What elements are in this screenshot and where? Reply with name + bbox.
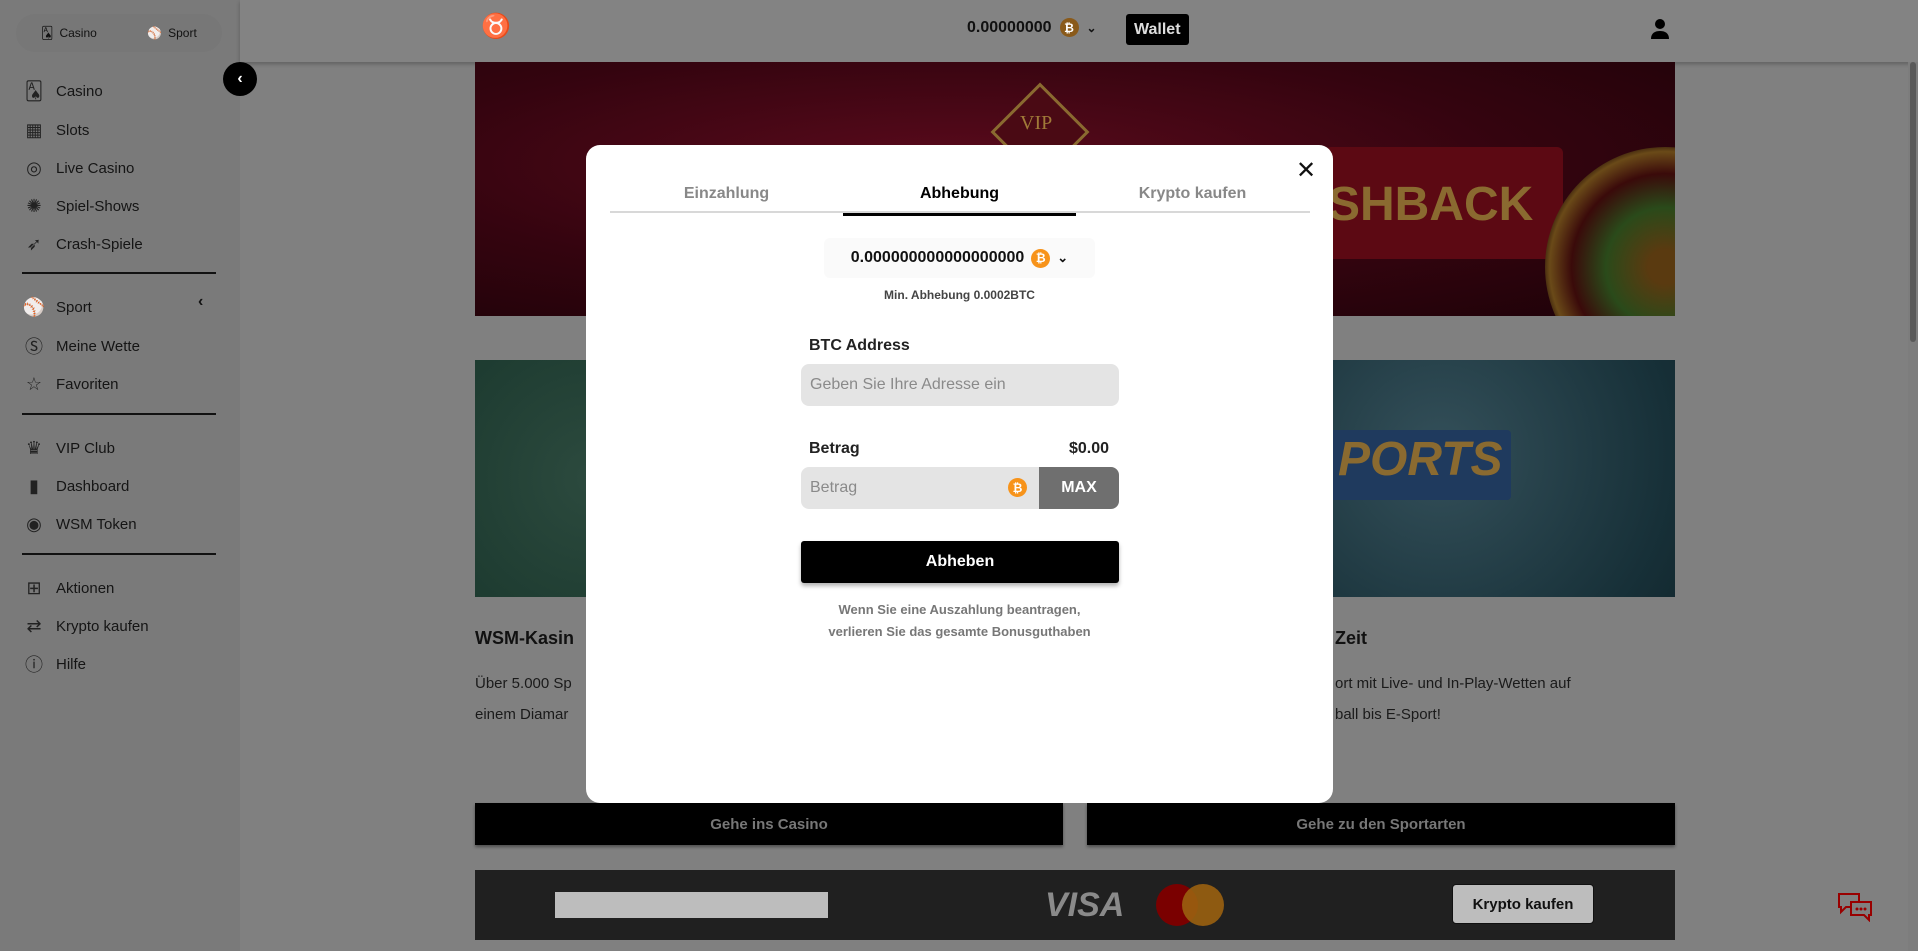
- mastercard-logo-icon: [1155, 883, 1227, 932]
- sports-image-text: PORTS: [1338, 433, 1503, 486]
- max-button[interactable]: MAX: [1039, 467, 1119, 509]
- sidebar-item-label: Dashboard: [56, 477, 130, 495]
- sports-balls-icon: ⚾: [22, 296, 46, 317]
- casino-card-text: Über 5.000 Sp: [475, 675, 572, 692]
- address-label: BTC Address: [809, 337, 910, 354]
- sidebar-divider: [22, 553, 216, 555]
- min-withdraw-text: Min. Abhebung 0.0002BTC: [884, 288, 1035, 302]
- sidebar-item-casino[interactable]: 🂡 Casino: [22, 76, 212, 106]
- chat-icon[interactable]: [1836, 890, 1874, 929]
- coin-icon: Ⓢ: [25, 337, 43, 357]
- go-to-sports-button[interactable]: Gehe zu den Sportarten: [1087, 803, 1675, 845]
- tab-abhebung[interactable]: Abhebung: [843, 185, 1076, 216]
- sidebar-item-label: WSM Token: [56, 515, 137, 533]
- sidebar-item-krypto-kaufen[interactable]: ⇄ Krypto kaufen: [22, 611, 212, 641]
- tab-einzahlung[interactable]: Einzahlung: [610, 185, 843, 215]
- cards-icon: 🂡: [24, 80, 44, 101]
- casino-card-title: WSM-Kasin: [475, 628, 574, 648]
- user-icon[interactable]: [1650, 18, 1670, 45]
- bull-logo-icon[interactable]: ♉: [480, 12, 512, 46]
- withdraw-submit-button[interactable]: Abheben: [801, 541, 1119, 583]
- sidebar-item-label: Live Casino: [56, 159, 135, 177]
- bar-chart-icon: ▮: [29, 475, 39, 496]
- toggle-sport[interactable]: ⚾ Sport: [147, 26, 197, 40]
- warning-line: verlieren Sie das gesamte Bonusguthaben: [828, 624, 1091, 639]
- payment-placeholder: [555, 892, 828, 918]
- btc-address-input[interactable]: [801, 364, 1119, 406]
- sidebar-item-label: Spiel-Shows: [56, 197, 140, 215]
- sports-card-text: ort mit Live- und In-Play-Wetten auf: [1335, 675, 1571, 692]
- rocket-icon: ➶: [26, 233, 42, 254]
- sidebar-item-label: Meine Wette: [56, 337, 140, 355]
- bitcoin-icon: ₿: [1031, 248, 1051, 268]
- sidebar-item-label: Sport: [56, 298, 92, 316]
- scrollbar-thumb[interactable]: [1910, 62, 1916, 342]
- sidebar-item-spiel-shows[interactable]: ✺ Spiel-Shows: [22, 191, 212, 221]
- buy-crypto-footer-button[interactable]: Krypto kaufen: [1452, 884, 1594, 924]
- scrollbar[interactable]: [1908, 62, 1918, 951]
- visa-logo: VISA: [1045, 886, 1125, 924]
- sidebar-divider: [22, 272, 216, 274]
- wheel-icon: ✺: [26, 195, 42, 216]
- slot-machine-icon: ▦: [25, 119, 43, 140]
- sidebar-item-aktionen[interactable]: ⊞ Aktionen: [22, 573, 212, 603]
- sidebar-item-sport[interactable]: ⚾ Sport: [22, 292, 212, 322]
- sidebar-item-label: Krypto kaufen: [56, 617, 149, 635]
- sidebar-item-vip-club[interactable]: ♛ VIP Club: [22, 433, 212, 463]
- sidebar-item-crash-spiele[interactable]: ➶ Crash-Spiele: [22, 229, 212, 259]
- go-to-casino-button[interactable]: Gehe ins Casino: [475, 803, 1063, 845]
- sidebar-item-hilfe[interactable]: ⓘ Hilfe: [22, 649, 212, 679]
- crown-icon: ♛: [25, 437, 43, 458]
- withdraw-modal: ✕ Einzahlung Abhebung Krypto kaufen 0.00…: [586, 145, 1333, 803]
- casino-sport-toggle: 🂡 Casino ⚾ Sport: [16, 14, 222, 52]
- sidebar-item-label: Slots: [56, 121, 90, 139]
- sidebar-item-dashboard[interactable]: ▮ Dashboard: [22, 471, 212, 501]
- toggle-casino[interactable]: 🂡 Casino: [41, 26, 97, 40]
- star-icon: ☆: [25, 373, 43, 394]
- cards-icon: 🂡: [41, 26, 54, 40]
- close-icon[interactable]: ✕: [1296, 159, 1316, 183]
- bitcoin-icon: ₿: [1008, 478, 1027, 497]
- bitcoin-icon: ₿: [1059, 18, 1079, 37]
- chevron-down-icon: ⌄: [1086, 20, 1097, 35]
- amount-label: Betrag: [809, 440, 860, 457]
- sport-expand-chevron-icon[interactable]: ‹: [198, 293, 203, 311]
- sidebar-item-label: Favoriten: [56, 375, 119, 393]
- gift-icon: ⊞: [26, 577, 42, 598]
- sports-card-title: Zeit: [1335, 628, 1368, 648]
- sidebar-item-label: Crash-Spiele: [56, 235, 143, 253]
- sidebar-item-favoriten[interactable]: ☆ Favoriten: [22, 369, 212, 399]
- casino-card-text: einem Diamar: [475, 706, 569, 723]
- sidebar-divider: [22, 413, 216, 415]
- warning-line: Wenn Sie eine Auszahlung beantragen,: [838, 602, 1081, 617]
- sidebar-item-wsm-token[interactable]: ◉ WSM Token: [22, 509, 212, 539]
- modal-balance: 0.000000000000000000: [850, 249, 1025, 266]
- chevron-down-icon: ⌄: [1057, 250, 1069, 265]
- header-balance: 0.00000000: [967, 18, 1052, 36]
- payment-footer: VISA Krypto kaufen: [475, 870, 1675, 940]
- banner-cashback-text: SHBACK: [1328, 178, 1534, 231]
- sidebar-item-label: VIP Club: [56, 439, 115, 457]
- sidebar-item-label: Casino: [56, 82, 103, 100]
- crypto-exchange-icon: ⇄: [26, 615, 42, 636]
- banner-vip-text: VIP: [1020, 112, 1053, 134]
- tab-krypto-kaufen[interactable]: Krypto kaufen: [1076, 185, 1309, 215]
- roulette-icon: ◎: [26, 157, 42, 178]
- sidebar: 🂡 Casino ⚾ Sport 🂡 Casino ▦ Slots ◎ Live Casino…: [0, 0, 240, 951]
- sidebar-item-meine-wette[interactable]: Ⓢ Meine Wette: [22, 331, 212, 361]
- sports-balls-icon: ⚾: [147, 26, 163, 40]
- sidebar-item-live-casino[interactable]: ◎ Live Casino: [22, 153, 212, 183]
- wallet-button[interactable]: Wallet: [1126, 14, 1189, 45]
- currency-balance-selector[interactable]: 0.000000000000000000 ₿ ⌄: [824, 238, 1095, 278]
- token-icon: ◉: [26, 513, 42, 534]
- amount-usd-value: $0.00: [1068, 440, 1109, 457]
- help-icon: ⓘ: [25, 655, 43, 675]
- sidebar-item-label: Aktionen: [56, 579, 115, 597]
- collapse-sidebar-button[interactable]: ‹: [223, 62, 257, 96]
- sidebar-item-label: Hilfe: [56, 655, 87, 673]
- balance-selector[interactable]: 0.00000000 ₿ ⌄: [967, 18, 1097, 37]
- bonus-warning-text: Wenn Sie eine Auszahlung beantragen, ver…: [586, 599, 1333, 643]
- sidebar-item-slots[interactable]: ▦ Slots: [22, 115, 212, 145]
- sports-card-text: ball bis E-Sport!: [1335, 706, 1441, 723]
